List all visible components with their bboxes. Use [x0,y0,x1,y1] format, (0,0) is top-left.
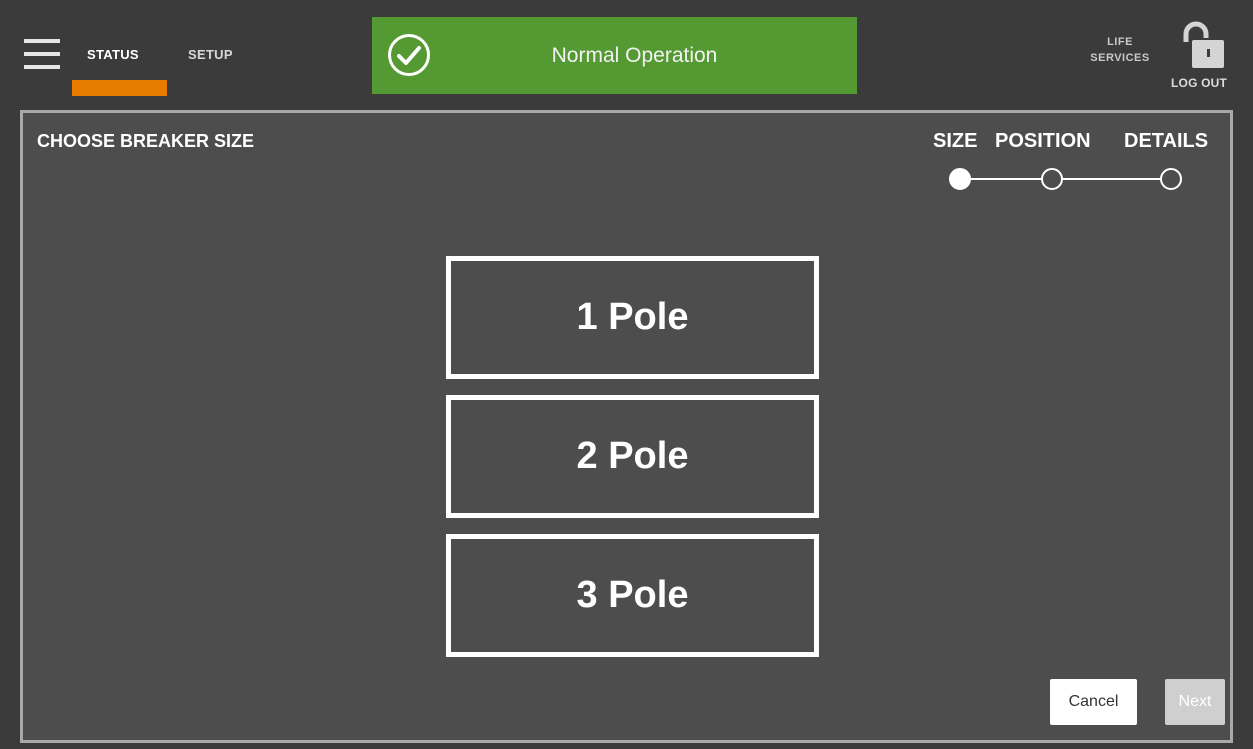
step-dot-position [1041,168,1063,190]
unlocked-lock-icon[interactable] [1178,20,1226,70]
main-panel: CHOOSE BREAKER SIZE SIZE POSITION DETAIL… [20,110,1233,743]
step-label-position: POSITION [995,130,1091,152]
active-tab-indicator [72,80,167,96]
nav-status[interactable]: STATUS [87,47,139,62]
step-dot-size [949,168,971,190]
step-label-details: DETAILS [1124,130,1209,152]
step-indicator: SIZE POSITION DETAILS [928,126,1228,190]
page-title: CHOOSE BREAKER SIZE [37,131,255,151]
top-bar: STATUS SETUP Normal Operation LIFE SERVI… [0,0,1253,100]
three-pole-button[interactable]: 3 Pole [446,534,819,657]
next-button[interactable]: Next [1165,679,1225,725]
step-label-size: SIZE [933,130,978,152]
status-banner: Normal Operation [372,17,857,94]
menu-icon[interactable] [24,39,60,69]
life-services-button[interactable]: LIFE SERVICES [1080,34,1160,66]
logout-button[interactable]: LOG OUT [1171,76,1227,90]
status-text: Normal Operation [551,44,718,67]
life-services-line1: LIFE [1107,36,1133,48]
step-dot-details [1160,168,1182,190]
nav-setup[interactable]: SETUP [188,47,233,62]
one-pole-button[interactable]: 1 Pole [446,256,819,379]
step-connector [968,178,1168,180]
cancel-button[interactable]: Cancel [1050,679,1137,725]
life-services-line2: SERVICES [1090,52,1150,64]
two-pole-button[interactable]: 2 Pole [446,395,819,518]
